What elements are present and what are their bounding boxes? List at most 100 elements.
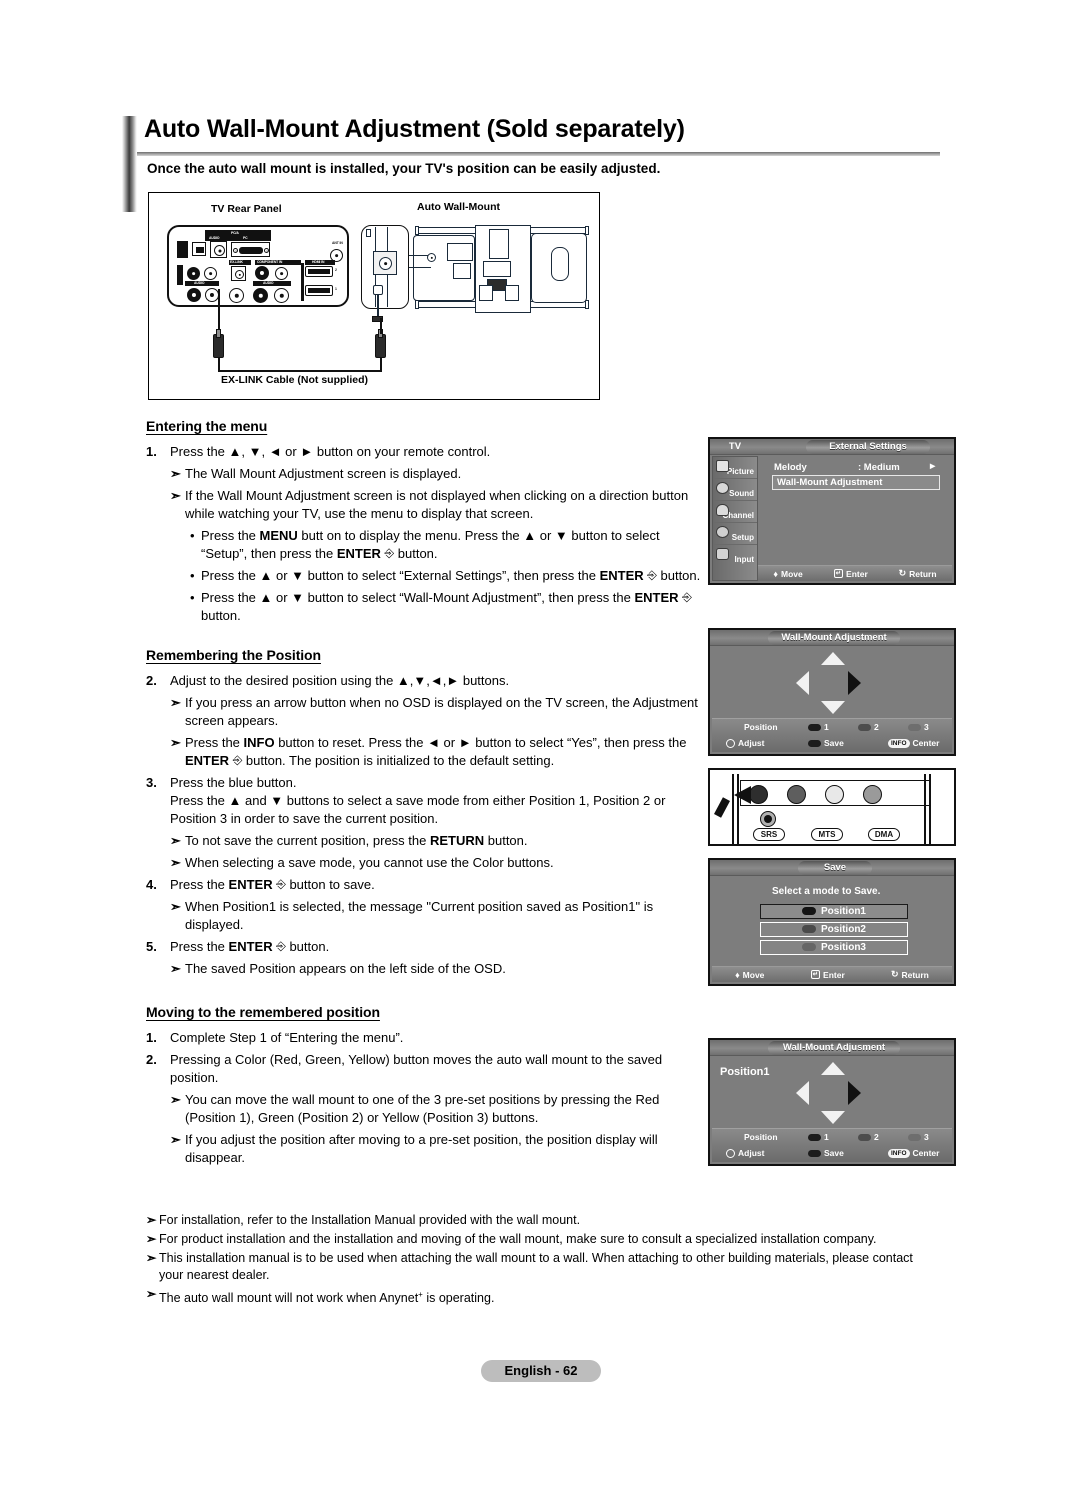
return-icon: ↻ bbox=[890, 969, 899, 979]
sidebar-label: Picture bbox=[726, 467, 754, 476]
save-option-position3[interactable]: Position3 bbox=[760, 940, 908, 955]
enter-icon: ↵ bbox=[810, 970, 821, 979]
title-divider bbox=[137, 152, 940, 156]
rail-left-2 bbox=[737, 774, 739, 844]
step-5: 5. Press the ENTER ⎆ button. bbox=[146, 938, 704, 956]
note-row: ➣ If the Wall Mount Adjustment screen is… bbox=[170, 487, 704, 523]
rca-jack bbox=[187, 288, 201, 302]
save-hint[interactable]: Save bbox=[808, 738, 844, 748]
sidebar-item-picture[interactable]: Picture bbox=[713, 457, 757, 479]
dpad-icon bbox=[726, 1149, 735, 1159]
info-icon: INFO bbox=[888, 1149, 910, 1159]
position-3-label: 3 bbox=[924, 1132, 929, 1142]
audio-tiny-label-3: AUDIO bbox=[263, 281, 274, 286]
step-4: 4. Press the ENTER ⎆ button to save. bbox=[146, 876, 704, 894]
position-2-label: 2 bbox=[874, 722, 879, 732]
bullet-dot-icon: • bbox=[190, 528, 195, 543]
pc-audio-jack-box bbox=[210, 241, 227, 258]
srs-button[interactable]: SRS bbox=[753, 828, 785, 841]
picture-icon bbox=[716, 460, 729, 472]
note-arrow-icon: ➣ bbox=[170, 488, 181, 503]
save-option-position2[interactable]: Position2 bbox=[760, 922, 908, 937]
arrow-up-icon[interactable] bbox=[821, 1062, 845, 1075]
bullet-row: • Press the ▲ or ▼ button to select “Wal… bbox=[190, 589, 704, 625]
arrow-right-icon[interactable] bbox=[848, 671, 861, 695]
step-number: 1. bbox=[146, 444, 157, 459]
exlink-tiny-label: EX-LINK bbox=[230, 260, 243, 265]
arrow-down-icon[interactable] bbox=[821, 701, 845, 714]
dpad-icon bbox=[726, 739, 735, 749]
save-option-position1[interactable]: Position1 bbox=[760, 904, 908, 919]
hdmi-tiny-label: HDMI IN bbox=[312, 260, 325, 265]
dma-button[interactable]: DMA bbox=[868, 828, 900, 841]
arrow-down-icon[interactable] bbox=[821, 1111, 845, 1124]
blue-color-button[interactable] bbox=[863, 785, 882, 804]
position-2-chip[interactable]: 2 bbox=[858, 1132, 879, 1142]
center-hint[interactable]: INFO Center bbox=[888, 737, 940, 749]
rca-jack bbox=[255, 266, 269, 280]
position-1-chip[interactable]: 1 bbox=[808, 1132, 829, 1142]
arrow-left-icon[interactable] bbox=[796, 671, 809, 695]
center-label: Center bbox=[912, 737, 940, 748]
rca-jack bbox=[205, 288, 219, 302]
instructions-column: Entering the menu 1. Press the ▲, ▼, ◄ o… bbox=[146, 418, 704, 1171]
save-hint[interactable]: Save bbox=[808, 1148, 844, 1158]
step-number: 3. bbox=[146, 775, 157, 790]
chevron-right-icon[interactable]: ► bbox=[928, 461, 937, 472]
sidebar-item-input[interactable]: Input bbox=[713, 545, 757, 567]
adjust-hint-line: Adjust Save INFO Center bbox=[712, 735, 952, 751]
audio-row-label: AUDIO bbox=[185, 281, 219, 286]
arrow-right-icon[interactable] bbox=[848, 1081, 861, 1105]
sidebar-item-channel[interactable]: Channel bbox=[713, 501, 757, 523]
hint-move: ♦ Move bbox=[735, 970, 764, 980]
hint-label: Move bbox=[742, 969, 765, 980]
bullet-text: Press the MENU butt on to display the me… bbox=[201, 528, 660, 561]
note-row: ➣ The Wall Mount Adjustment screen is di… bbox=[170, 465, 704, 483]
final-note-text: This installation manual is to be used w… bbox=[159, 1251, 913, 1282]
arrow-up-icon[interactable] bbox=[821, 652, 845, 665]
sidebar-item-sound[interactable]: Sound bbox=[713, 479, 757, 501]
yellow-color-button[interactable] bbox=[825, 785, 844, 804]
note-row: ➣ If you press an arrow button when no O… bbox=[170, 694, 704, 730]
arrow-left-icon[interactable] bbox=[796, 1081, 809, 1105]
note-arrow-icon: ➣ bbox=[170, 899, 181, 914]
note-text: If the Wall Mount Adjustment screen is n… bbox=[185, 488, 689, 521]
mts-button[interactable]: MTS bbox=[811, 828, 843, 841]
hint-label: Move bbox=[781, 568, 803, 579]
move-step-1: 1. Complete Step 1 of “Entering the menu… bbox=[146, 1029, 704, 1047]
yellow-chip-icon bbox=[801, 943, 816, 952]
note-row: ➣ When Position1 is selected, the messag… bbox=[170, 898, 704, 934]
hint-move: ♦ Move bbox=[773, 569, 802, 579]
green-color-button[interactable] bbox=[787, 785, 806, 804]
cable-jack-left bbox=[213, 329, 224, 358]
hint-label: Enter bbox=[823, 969, 845, 980]
note-row: ➣ Press the INFO button to reset. Press … bbox=[170, 734, 704, 770]
info-icon: INFO bbox=[888, 739, 910, 749]
sidebar-item-setup[interactable]: Setup bbox=[713, 523, 757, 545]
green-chip-icon bbox=[858, 1134, 871, 1142]
save-prompt: Select a mode to Save. bbox=[772, 886, 881, 897]
adjust-label: Adjust bbox=[738, 1147, 765, 1158]
position-label: Position bbox=[744, 722, 778, 732]
position-2-chip[interactable]: 2 bbox=[858, 722, 879, 732]
position-1-chip[interactable]: 1 bbox=[808, 722, 829, 732]
color-button-housing bbox=[740, 780, 930, 806]
position-1-label: 1 bbox=[824, 722, 829, 732]
red-color-button[interactable] bbox=[749, 785, 768, 804]
intro-text: Once the auto wall mount is installed, y… bbox=[147, 161, 661, 176]
hdmi-1-label: 1 bbox=[335, 287, 337, 291]
center-hint[interactable]: INFO Center bbox=[888, 1148, 939, 1159]
step-text: Pressing a Color (Red, Green, Yellow) bu… bbox=[170, 1052, 663, 1085]
melody-value: : Medium bbox=[858, 462, 900, 473]
position-3-chip[interactable]: 3 bbox=[908, 722, 929, 732]
note-row: ➣ To not save the current position, pres… bbox=[170, 832, 704, 850]
position-3-chip[interactable]: 3 bbox=[908, 1132, 929, 1142]
hint-return: ↻ Return bbox=[899, 568, 937, 579]
pc-group-tiny-label: PC/A bbox=[231, 230, 239, 235]
cable-segment-right bbox=[380, 318, 382, 334]
menu-item-wall-mount-adjustment[interactable]: Wall-Mount Adjustment bbox=[772, 475, 940, 490]
exlink-port bbox=[231, 266, 246, 281]
tv-rear-panel-label: TV Rear Panel bbox=[211, 203, 282, 215]
red-chip-icon bbox=[808, 724, 821, 732]
